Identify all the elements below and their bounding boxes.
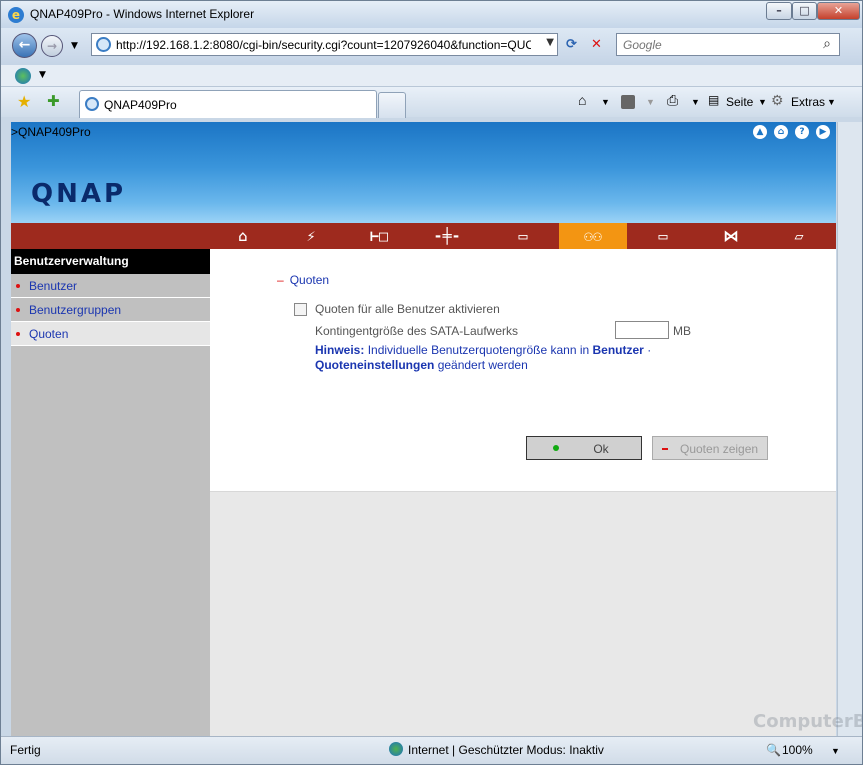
new-tab-button[interactable] [378, 92, 406, 118]
main-menu-bar: ⌂ ⚡ ⊢□ -╪- ▭ ⚇⚇ ▭ ⋈ ▱ [11, 223, 836, 249]
ok-label: Ok [593, 442, 609, 456]
address-dropdown-icon[interactable]: ▼ [546, 37, 554, 48]
vertical-scrollbar[interactable] [837, 122, 862, 736]
up-icon[interactable]: ▲ [753, 125, 767, 139]
navigation-bar: ← → ▼ http://192.168.1.2:8080/cgi-bin/se… [1, 28, 862, 65]
feed-dropdown-icon[interactable]: ▼ [646, 97, 655, 107]
hint-prefix: Hinweis: [315, 343, 365, 357]
watermark: ComputerBase [753, 711, 863, 732]
favorites-star-icon[interactable]: ★ [17, 92, 31, 111]
page-dropdown-icon[interactable]: ▼ [758, 97, 767, 107]
next-icon[interactable]: ▶ [816, 125, 830, 139]
quota-size-input[interactable] [615, 321, 669, 339]
favorites-globe-icon[interactable] [15, 68, 31, 84]
breadcrumb: >QNAP409Pro [11, 125, 91, 139]
title-bar: e QNAP409Pro - Windows Internet Explorer… [1, 1, 862, 28]
ok-button[interactable]: Ok [526, 436, 642, 460]
home-dropdown-icon[interactable]: ▼ [601, 97, 610, 107]
show-quotas-label: Quoten zeigen [680, 442, 759, 456]
links-bar: ▼ [1, 65, 862, 87]
status-bar: Fertig Internet | Geschützter Modus: Ina… [1, 736, 862, 764]
tab-qnap[interactable]: QNAP409Pro [79, 90, 377, 118]
print-icon[interactable]: ⎙ [667, 92, 678, 109]
quota-size-label: Kontingentgröße des SATA-Laufwerks [315, 324, 518, 338]
tools-menu-button[interactable]: Extras [791, 95, 825, 109]
home-icon[interactable]: ⌂ [578, 92, 586, 108]
browser-window: e QNAP409Pro - Windows Internet Explorer… [0, 0, 863, 765]
qnap-logo: QNAP [31, 179, 127, 209]
qnap-banner: >QNAP409Pro QNAP ▲ ⌂ ? ▶ [11, 122, 836, 223]
forward-button[interactable]: → [41, 35, 63, 57]
quota-unit: MB [673, 324, 691, 338]
page-icon [96, 37, 111, 52]
ie-logo-icon: e [8, 7, 24, 23]
add-favorite-icon[interactable]: ✚ [47, 92, 60, 110]
history-dropdown-icon[interactable]: ▼ [71, 41, 78, 51]
tab-label: QNAP409Pro [104, 98, 177, 112]
address-bar[interactable]: http://192.168.1.2:8080/cgi-bin/security… [91, 33, 558, 56]
enable-quota-checkbox[interactable] [294, 303, 307, 316]
section-title: – Quoten [277, 273, 330, 287]
sidebar-item-quoten[interactable]: Quoten [11, 322, 210, 346]
rss-feed-icon[interactable] [621, 95, 635, 109]
hint-body: Individuelle Benutzerquotengröße kann in [367, 343, 590, 357]
hint-text: Hinweis: Individuelle Benutzerquotengröß… [315, 343, 715, 373]
help-icon[interactable]: ? [795, 125, 809, 139]
print-dropdown-icon[interactable]: ▼ [691, 97, 700, 107]
enable-quota-label: Quoten für alle Benutzer aktivieren [315, 302, 500, 316]
sidebar: Benutzerverwaltung Benutzer Benutzergrup… [11, 249, 210, 736]
show-quotas-button[interactable]: Quoten zeigen [652, 436, 768, 460]
sidebar-header: Benutzerverwaltung [11, 249, 210, 274]
menu-network-icon[interactable]: ⚡ [277, 223, 345, 249]
minimize-button[interactable]: – [766, 2, 792, 20]
quota-panel: – Quoten Quoten für alle Benutzer aktivie… [210, 249, 836, 492]
links-dropdown-icon[interactable]: ▼ [39, 70, 46, 80]
hint-suffix: geändert werden [437, 358, 528, 372]
window-title: QNAP409Pro - Windows Internet Explorer [30, 7, 255, 21]
hint-link-benutzer[interactable]: Benutzer [593, 343, 644, 357]
menu-tools-icon[interactable]: ▱ [765, 223, 833, 249]
zoom-dropdown-icon[interactable]: ▼ [831, 746, 840, 756]
menu-disk-icon[interactable]: ▭ [489, 223, 557, 249]
menu-share-icon[interactable]: ⋈ [697, 223, 765, 249]
sidebar-item-benutzergruppen[interactable]: Benutzergruppen [11, 298, 210, 322]
tools-dropdown-icon[interactable]: ▼ [827, 97, 836, 107]
menu-users-icon[interactable]: ⚇⚇ [559, 223, 627, 249]
maximize-button[interactable]: □ [792, 2, 817, 20]
search-input[interactable] [623, 38, 813, 52]
back-button[interactable]: ← [12, 33, 37, 58]
search-box[interactable]: ⌕ [616, 33, 840, 56]
address-url[interactable]: http://192.168.1.2:8080/cgi-bin/security… [116, 38, 531, 52]
search-icon[interactable]: ⌕ [823, 36, 831, 52]
menu-folder-icon[interactable]: ▭ [629, 223, 697, 249]
refresh-icon[interactable]: ⟳ [566, 37, 577, 52]
tab-page-icon [85, 97, 99, 111]
sidebar-item-benutzer[interactable]: Benutzer [11, 274, 210, 298]
zoom-level[interactable]: 100% [782, 743, 813, 757]
home-circle-icon[interactable]: ⌂ [774, 125, 788, 139]
status-text: Fertig [10, 743, 41, 757]
menu-home-icon[interactable]: ⌂ [209, 223, 277, 249]
hint-link-quoteneinstellungen[interactable]: Quoteneinstellungen [315, 358, 434, 372]
close-button[interactable]: ✕ [817, 2, 860, 20]
hint-separator: · [647, 343, 652, 357]
page-content: >QNAP409Pro QNAP ▲ ⌂ ? ▶ ⌂ ⚡ ⊢□ -╪- ▭ ⚇⚇… [11, 122, 836, 736]
zoom-icon: 🔍 [766, 743, 781, 757]
security-zone[interactable]: Internet | Geschützter Modus: Inaktiv [408, 743, 604, 757]
tab-bar: ★ ✚ QNAP409Pro ⌂ ▼ ▼ ⎙ ▼ ▤ Seite ▼ ⚙ Ext… [1, 87, 862, 118]
main-area: – Quoten Quoten für alle Benutzer aktivie… [210, 249, 836, 736]
internet-zone-icon [389, 742, 403, 756]
menu-system-icon[interactable]: ⊢□ [345, 223, 413, 249]
page-menu-icon: ▤ [708, 93, 720, 107]
show-dash-icon [662, 448, 668, 450]
page-menu-button[interactable]: Seite [726, 95, 753, 109]
menu-device-icon[interactable]: -╪- [413, 223, 481, 249]
tools-gear-icon: ⚙ [771, 92, 784, 108]
stop-icon[interactable]: ✕ [591, 37, 602, 52]
